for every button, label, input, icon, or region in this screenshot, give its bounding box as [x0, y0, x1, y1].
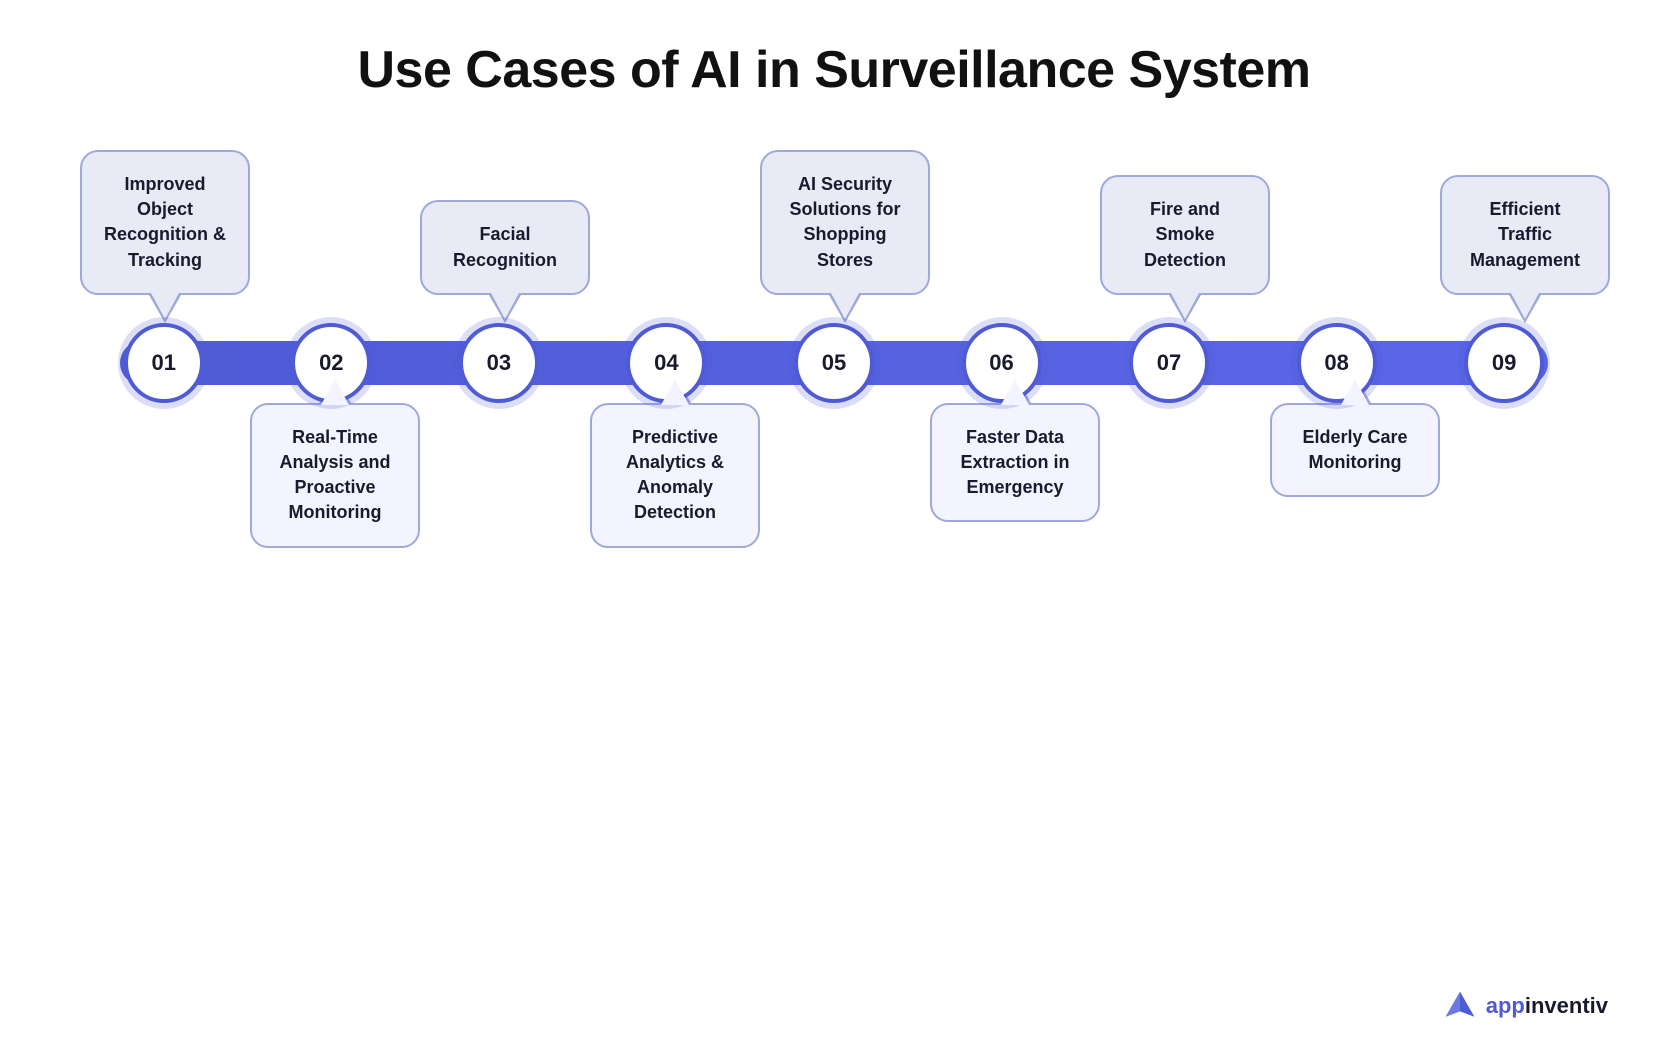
bottom-bubbles-row: Real-Time Analysis and Proactive Monitor… — [60, 403, 1608, 548]
bubble-bottom-8: Elderly Care Monitoring — [1270, 403, 1440, 497]
bubble-bottom-2: Real-Time Analysis and Proactive Monitor… — [250, 403, 420, 548]
timeline-row: 01 02 03 04 05 06 07 08 09 — [60, 323, 1608, 403]
node-01: 01 — [124, 323, 204, 403]
node-07: 07 — [1129, 323, 1209, 403]
bubble-bottom-4: Predictive Analytics & Anomaly Detection — [590, 403, 760, 548]
top-bubbles-row: Improved Object Recognition & Tracking F… — [60, 150, 1608, 295]
bubble-top-3: Facial Recognition — [420, 200, 590, 294]
node-03: 03 — [459, 323, 539, 403]
logo-text: appinventiv — [1486, 993, 1608, 1019]
bubble-top-1: Improved Object Recognition & Tracking — [80, 150, 250, 295]
logo-brand-highlight: app — [1486, 993, 1525, 1018]
page-title: Use Cases of AI in Surveillance System — [357, 40, 1310, 100]
diagram-container: Improved Object Recognition & Tracking F… — [60, 150, 1608, 548]
logo-area: appinventiv — [1442, 988, 1608, 1024]
node-09: 09 — [1464, 323, 1544, 403]
bubble-bottom-6: Faster Data Extraction in Emergency — [930, 403, 1100, 523]
bubble-top-5: AI Security Solutions for Shopping Store… — [760, 150, 930, 295]
appinventiv-logo-icon — [1442, 988, 1478, 1024]
bubble-top-7: Fire and Smoke Detection — [1100, 175, 1270, 295]
node-05: 05 — [794, 323, 874, 403]
bubble-top-9: Efficient Traffic Management — [1440, 175, 1610, 295]
